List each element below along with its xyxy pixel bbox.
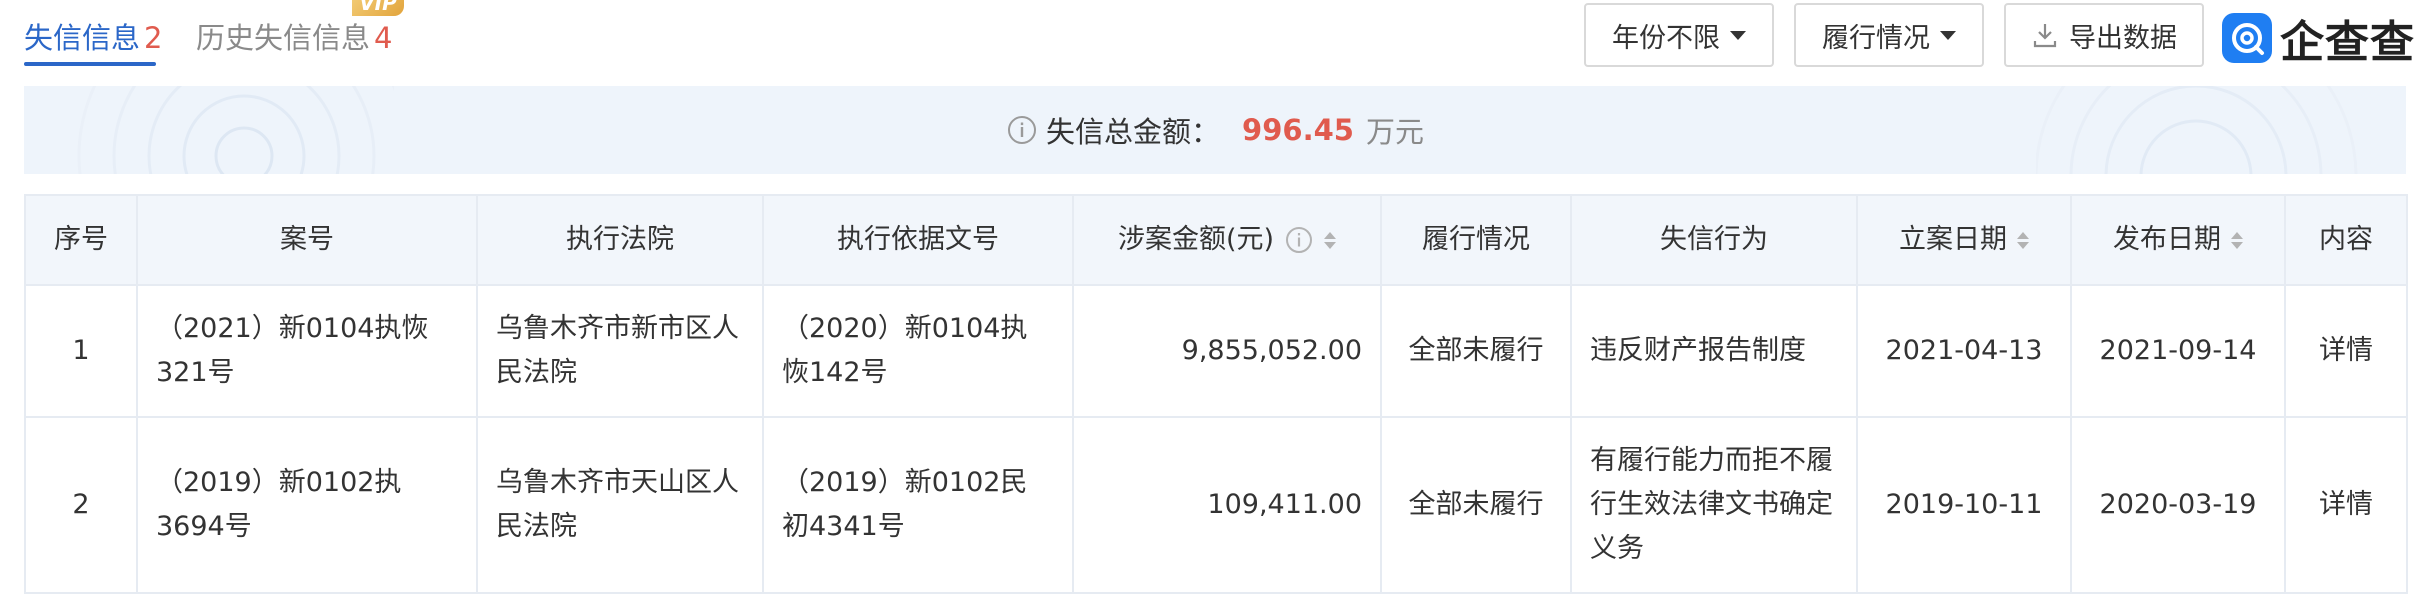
header-amount[interactable]: 涉案金额(元) (1072, 194, 1382, 286)
tab-dishonest-info[interactable]: 失信信息 2 (24, 18, 162, 58)
caret-down-icon (1940, 30, 1956, 40)
caret-down-icon (1730, 30, 1746, 40)
info-icon[interactable] (1284, 225, 1314, 255)
table-row: 2 （2019）新0102执3694号 乌鲁木齐市天山区人民法院 （2019）新… (24, 416, 2408, 594)
cell-amount: 9,855,052.00 (1072, 284, 1382, 418)
header-index: 序号 (24, 194, 138, 286)
coin-watermark-icon (77, 86, 394, 174)
logo-text: 企查查 (2280, 17, 2415, 68)
total-amount-value: 996.45 (1242, 113, 1354, 147)
summary-banner: 失信总金额： 996.45 万元 (24, 86, 2406, 174)
cell-filing-date: 2021-04-13 (1856, 284, 2072, 418)
total-amount-summary: 失信总金额： 996.45 万元 (1006, 109, 1424, 151)
cell-basis-number-link[interactable]: （2020）新0104执恢142号 (762, 284, 1074, 418)
cell-index: 2 (24, 416, 138, 594)
sort-icon[interactable] (2231, 231, 2243, 249)
dishonest-records-table: 序号 案号 执行法院 执行依据文号 涉案金额(元) 履行情况 失信行为 立案日期… (24, 194, 2408, 594)
cell-behavior: 有履行能力而拒不履行生效法律文书确定义务 (1570, 416, 1858, 594)
header-behavior: 失信行为 (1570, 194, 1858, 286)
sort-icon[interactable] (1324, 231, 1337, 249)
total-amount-label: 失信总金额： (1046, 115, 1221, 149)
sort-icon[interactable] (2017, 231, 2029, 249)
cell-court: 乌鲁木齐市新市区人民法院 (476, 284, 764, 418)
cell-behavior: 违反财产报告制度 (1570, 284, 1858, 418)
cell-filing-date: 2019-10-11 (1856, 416, 2072, 594)
cell-basis-number-link[interactable]: （2019）新0102民初4341号 (762, 416, 1074, 594)
header-content: 内容 (2284, 194, 2408, 286)
header-case-number: 案号 (136, 194, 478, 286)
top-bar: 失信信息 2 历史失信信息 4 VIP 年份不限 履行情况 导出数据 企查查 (0, 0, 2430, 86)
tab-count: 2 (144, 21, 163, 55)
cell-index: 1 (24, 284, 138, 418)
cell-court: 乌鲁木齐市天山区人民法院 (476, 416, 764, 594)
cell-performance: 全部未履行 (1380, 416, 1572, 594)
logo-mark-icon (2222, 13, 2272, 63)
cell-publish-date: 2020-03-19 (2070, 416, 2286, 594)
export-data-label: 导出数据 (2069, 22, 2177, 54)
table-row: 1 （2021）新0104执恢321号 乌鲁木齐市新市区人民法院 （2020）新… (24, 284, 2408, 418)
header-publish-date[interactable]: 发布日期 (2070, 194, 2286, 286)
total-amount-unit: 万元 (1365, 115, 1424, 149)
header-performance: 履行情况 (1380, 194, 1572, 286)
cell-performance: 全部未履行 (1380, 284, 1572, 418)
performance-filter-label: 履行情况 (1822, 22, 1930, 54)
details-link[interactable]: 详情 (2284, 284, 2408, 418)
cell-case-number-link[interactable]: （2021）新0104执恢321号 (136, 284, 478, 418)
active-tab-underline (24, 62, 156, 66)
download-icon (2033, 24, 2057, 48)
header-amount-label: 涉案金额(元) (1117, 224, 1275, 255)
export-data-button[interactable]: 导出数据 (2004, 3, 2204, 67)
table-header-row: 序号 案号 执行法院 执行依据文号 涉案金额(元) 履行情况 失信行为 立案日期… (24, 194, 2408, 286)
tab-label: 历史失信信息 (196, 21, 371, 55)
cell-publish-date: 2021-09-14 (2070, 284, 2286, 418)
header-filing-date[interactable]: 立案日期 (1856, 194, 2072, 286)
header-court: 执行法院 (476, 194, 764, 286)
info-icon (1008, 116, 1037, 144)
qichacha-logo: 企查查 (2222, 10, 2415, 68)
performance-filter-dropdown[interactable]: 履行情况 (1794, 3, 1984, 67)
tab-count: 4 (374, 21, 393, 55)
vip-badge: VIP (352, 0, 404, 16)
details-link[interactable]: 详情 (2284, 416, 2408, 594)
year-filter-dropdown[interactable]: 年份不限 (1584, 3, 1774, 67)
header-filing-date-label: 立案日期 (1899, 224, 2007, 255)
tab-history-dishonest-info[interactable]: 历史失信信息 4 (196, 18, 392, 58)
cell-amount: 109,411.00 (1072, 416, 1382, 594)
cell-case-number-link[interactable]: （2019）新0102执3694号 (136, 416, 478, 594)
wave-watermark-icon (2036, 86, 2358, 174)
year-filter-label: 年份不限 (1612, 22, 1720, 54)
tab-label: 失信信息 (24, 21, 141, 55)
header-basis-number: 执行依据文号 (762, 194, 1074, 286)
header-publish-date-label: 发布日期 (2113, 224, 2221, 255)
